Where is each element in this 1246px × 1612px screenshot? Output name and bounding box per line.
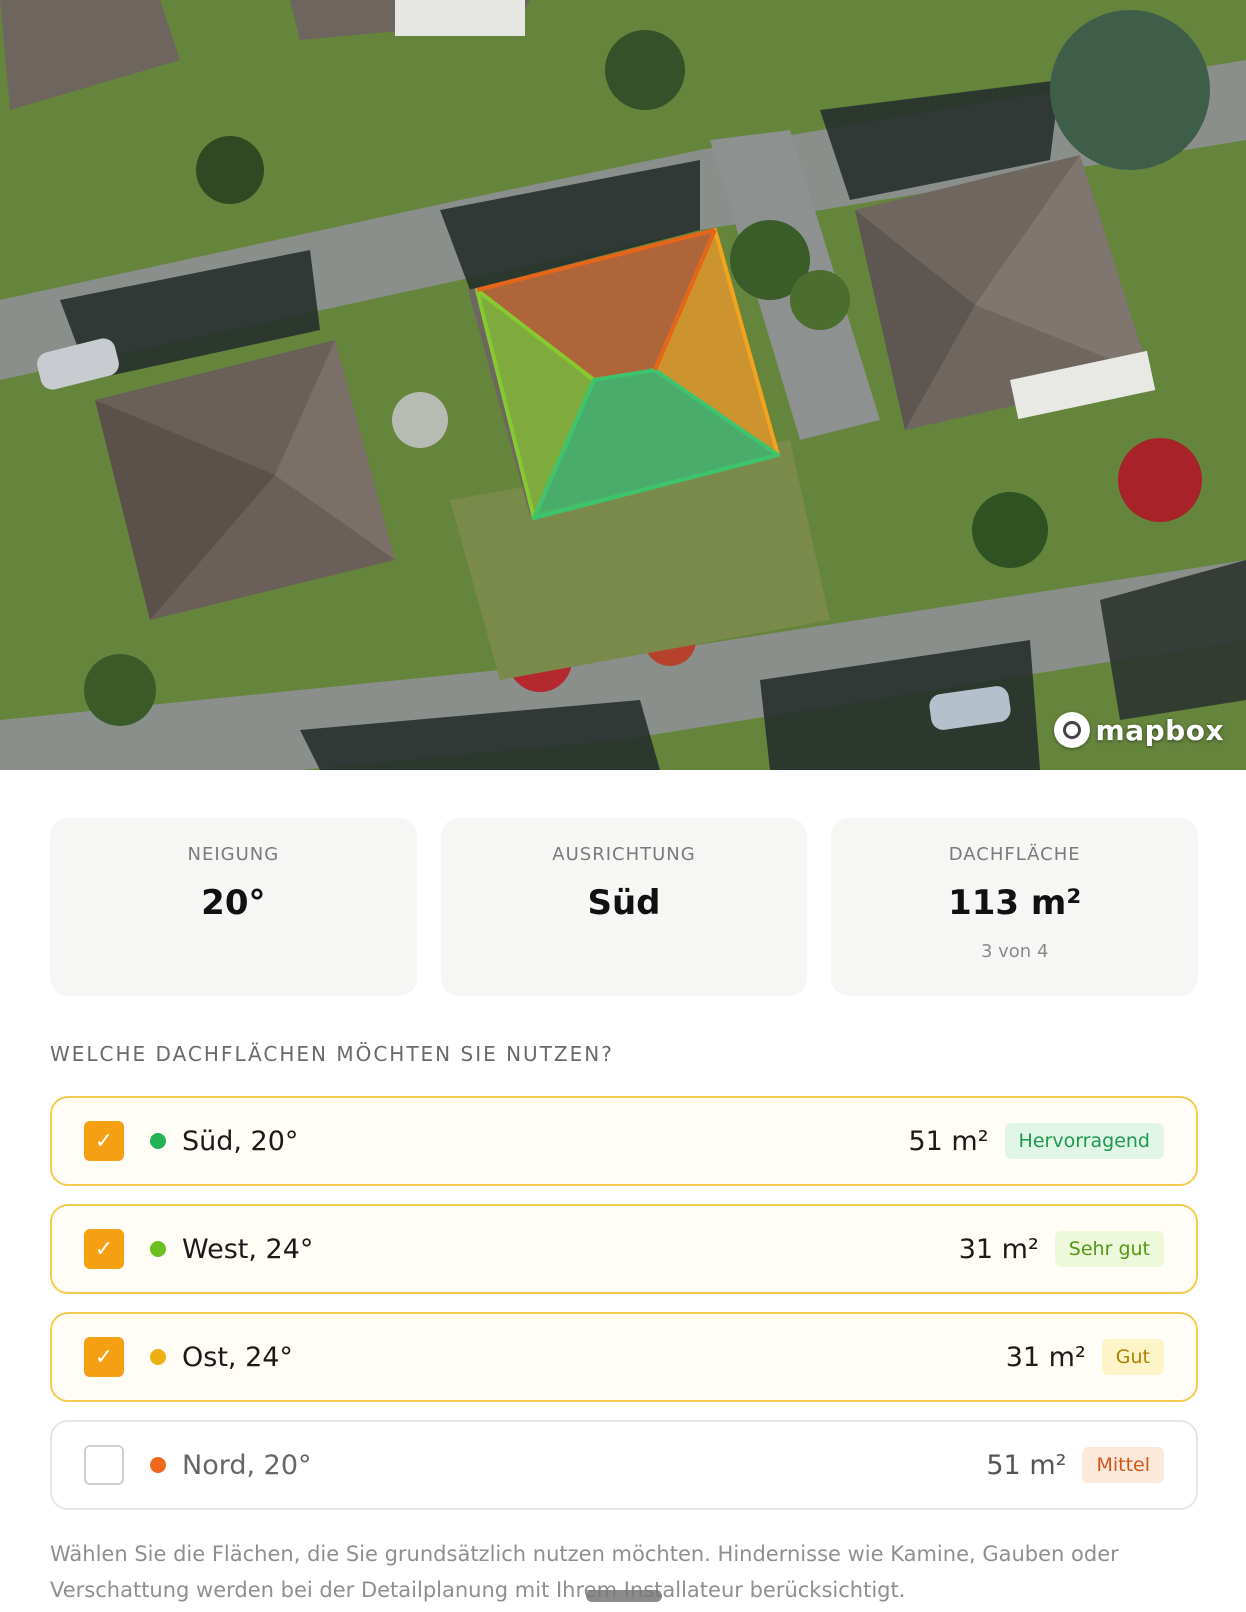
checkmark-icon: ✓ [94,1128,114,1154]
roof-name: Süd, 20° [182,1125,299,1157]
stat-value: Süd [587,883,661,923]
stat-label: DACHFLÄCHE [948,844,1081,865]
checkmark-icon: ✓ [94,1344,114,1370]
roof-color-dot [150,1349,166,1365]
home-indicator[interactable] [586,1590,662,1602]
roof-option-sued[interactable]: ✓ Süd, 20° 51 m² Hervorragend [50,1096,1198,1186]
roof-checkbox[interactable] [84,1445,124,1485]
roof-area: 31 m² [1005,1341,1086,1373]
stat-dachflaeche: DACHFLÄCHE 113 m² 3 von 4 [831,818,1199,996]
mapbox-attribution-text: mapbox [1095,713,1224,747]
roof-color-dot [150,1133,166,1149]
roof-area: 31 m² [958,1233,1039,1265]
stat-sub: 3 von 4 [980,941,1049,962]
roof-option-west[interactable]: ✓ West, 24° 31 m² Sehr gut [50,1204,1198,1294]
roof-area: 51 m² [908,1125,989,1157]
roof-option-nord[interactable]: Nord, 20° 51 m² Mittel [50,1420,1198,1510]
roof-name: West, 24° [182,1233,314,1265]
roof-area: 51 m² [986,1449,1067,1481]
stat-ausrichtung: AUSRICHTUNG Süd [440,818,808,996]
roof-name: Ost, 24° [182,1341,293,1373]
roof-options: ✓ Süd, 20° 51 m² Hervorragend ✓ West, 24… [50,1096,1198,1528]
roof-name: Nord, 20° [182,1449,312,1481]
stat-value: 20° [201,883,266,923]
mapbox-logo-icon [1053,712,1090,748]
aerial-map-image [0,0,1246,770]
roof-checkbox[interactable]: ✓ [84,1229,124,1269]
checkmark-icon: ✓ [94,1236,114,1262]
roof-question: WELCHE DACHFLÄCHEN MÖCHTEN SIE NUTZEN? [50,1042,614,1066]
stat-label: NEIGUNG [187,844,280,865]
rating-badge: Hervorragend [1004,1123,1164,1159]
aerial-map[interactable]: mapbox [0,0,1246,770]
roof-color-dot [150,1241,166,1257]
roof-checkbox[interactable]: ✓ [84,1337,124,1377]
stat-neigung: NEIGUNG 20° [50,818,417,996]
roof-color-dot [150,1457,166,1473]
roof-stats: NEIGUNG 20° AUSRICHTUNG Süd DACHFLÄCHE 1… [50,818,1199,996]
rating-badge: Mittel [1082,1447,1164,1483]
roof-checkbox[interactable]: ✓ [84,1121,124,1161]
stat-label: AUSRICHTUNG [552,844,696,865]
rating-badge: Sehr gut [1054,1231,1164,1267]
stat-value: 113 m² [948,883,1082,923]
roof-option-ost[interactable]: ✓ Ost, 24° 31 m² Gut [50,1312,1198,1402]
mapbox-attribution[interactable]: mapbox [1053,712,1224,748]
rating-badge: Gut [1101,1339,1164,1375]
